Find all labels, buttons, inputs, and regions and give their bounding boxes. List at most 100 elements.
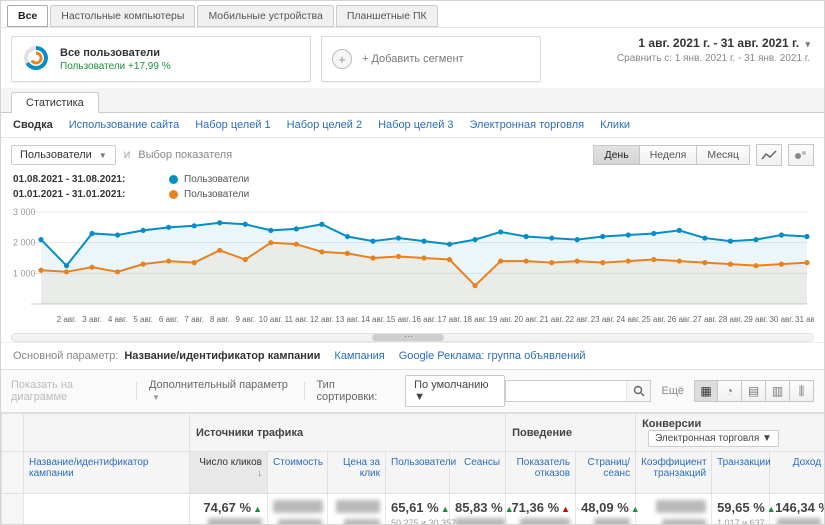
column-header-clicks[interactable]: Число кликов ↓ [189,451,268,494]
advanced-search-link[interactable]: Ещё [661,385,684,397]
traffic-chart-svg: 1 000 2 000 3 000 2 авг. 3 авг. 4 авг. 5 авг. 6… [13,207,819,324]
redacted-value [336,500,380,513]
date-range-picker[interactable]: 1 авг. 2021 г. - 31 авг. 2021 г. ▾ Сравн… [617,36,814,82]
percentage-view-button[interactable]: ◔ [718,380,742,402]
svg-text:11 авг.: 11 авг. [285,315,308,324]
performance-view-button[interactable]: ▤ [742,380,766,402]
subnav-clicks[interactable]: Клики [600,119,630,131]
subnav-site-usage[interactable]: Использование сайта [69,119,179,131]
column-header-users[interactable]: Пользователи [385,451,456,494]
plus-icon: + [332,49,352,69]
redacted-value [455,518,505,524]
segment-title: Все пользователи [60,46,160,59]
column-header-pages-session[interactable]: Страниц/сеанс [575,451,637,494]
column-header-cpc[interactable]: Цена за клик [327,451,386,494]
column-header-transaction-rate[interactable]: Коэффициент транзакций [635,451,713,494]
redacted-value [520,518,571,524]
subnav-goalset2[interactable]: Набор целей 2 [287,119,362,131]
chart-scrollbar-thumb[interactable]: ⋯ [372,332,445,341]
svg-text:25 авг.: 25 авг. [642,315,666,324]
column-header-name[interactable]: Название/идентификатор кампании [23,451,190,494]
primary-dimension-selected[interactable]: Название/идентификатор кампании [124,350,320,362]
primary-dimension-bar: Основной параметр: Название/идентификато… [1,342,824,369]
granularity-day-button[interactable]: День [593,145,640,165]
column-header-sessions[interactable]: Сеансы [448,451,507,494]
summary-cell-cost [267,493,328,524]
tab-desktop[interactable]: Настольные компьютеры [50,5,196,27]
svg-text:24 авг.: 24 авг. [616,315,640,324]
table-search-input[interactable] [506,381,627,401]
column-header-cost[interactable]: Стоимость [267,451,328,494]
subnav-goalset3[interactable]: Набор целей 3 [378,119,453,131]
table-summary-row: 74,67 % ▲ 65,61 % ▲ 50 275 и 30 357 85,83 … [1,493,824,524]
svg-text:18 авг.: 18 авг. [463,315,487,324]
primary-dimension-campaign-link[interactable]: Кампания [334,350,384,362]
metric-dropdown[interactable]: Пользователи ▼ [11,145,116,165]
analytics-page: Все Настольные компьютеры Мобильные устр… [0,0,825,525]
plot-rows-button[interactable]: Показать на диаграмме [11,379,124,403]
subnav-goalset1[interactable]: Набор целей 1 [195,119,270,131]
divider [136,382,137,400]
tab-statistics[interactable]: Статистика [11,92,99,113]
svg-text:13 авг.: 13 авг. [335,315,359,324]
segment-all-users[interactable]: Все пользователи Пользователи +17,99 % [11,36,311,82]
legend-row-compare: 01.01.2021 - 31.01.2021: Пользователи [13,189,812,200]
column-header-transactions[interactable]: Транзакции [711,451,771,494]
table-toolbar: Показать на диаграмме Дополнительный пар… [1,369,824,413]
granularity-group: День Неделя Месяц [593,145,750,165]
segment-delta: Пользователи +17,99 % [60,60,171,72]
select-metric-link[interactable]: Выбор показателя [138,149,232,161]
campaigns-table: Источники трафика Поведение Конверсии Эл… [1,413,824,524]
sort-descending-icon: ↓ [257,468,263,478]
comparison-view-button[interactable]: ▥ [766,380,790,402]
caret-down-icon: ▼ [151,393,160,402]
pivot-view-button[interactable]: ⫼ [790,380,814,402]
svg-text:30 авг.: 30 авг. [769,315,793,324]
column-header-bounce-rate[interactable]: Показатель отказов [505,451,577,494]
summary-cell-revenue: 146,34 %▲ [769,493,824,524]
table-view-button[interactable]: ▦ [694,380,718,402]
conversions-type-dropdown[interactable]: Электронная торговля ▼ [648,430,779,447]
svg-text:2 авг.: 2 авг. [57,315,77,324]
line-chart-view-button[interactable] [756,144,782,166]
caret-down-icon: ▼ [98,151,107,160]
redacted-value [273,500,323,513]
legend-dot [169,190,178,199]
sort-type-dropdown[interactable]: По умолчанию ▼ [405,375,506,407]
secondary-dimension-dropdown[interactable]: Дополнительный параметр ▼ [149,379,292,403]
name-group-header [23,413,190,452]
group-conversions: Конверсии Электронная торговля ▼ [635,413,824,452]
column-header-revenue[interactable]: Доход [769,451,824,494]
chart-scrollbar[interactable]: ⋯ [11,332,814,342]
segment-donut-icon [22,44,50,75]
tab-mobile[interactable]: Мобильные устройства [197,5,334,27]
svg-text:8 авг.: 8 авг. [210,315,230,324]
subnav-summary[interactable]: Сводка [13,119,53,131]
row-select-header [1,413,24,452]
granularity-month-button[interactable]: Месяц [697,145,750,165]
secondary-dimension-label: Дополнительный параметр [148,379,288,391]
svg-text:31 авг.: 31 авг. [795,315,814,324]
summary-cell-sessions: 85,83 % ▲ [448,493,514,524]
caret-down-icon: ▼ [414,391,426,403]
legend-series-label: Пользователи [184,189,250,200]
primary-dimension-adgroup-link[interactable]: Google Реклама: группа объявлений [399,350,586,362]
add-segment-button[interactable]: + + Добавить сегмент [321,36,541,82]
legend-range-label: 01.08.2021 - 31.08.2021: [13,174,126,185]
search-button[interactable] [626,381,651,401]
svg-text:5 авг.: 5 авг. [133,315,153,324]
row-select-cell [1,493,24,524]
svg-text:3 авг.: 3 авг. [82,315,102,324]
granularity-week-button[interactable]: Неделя [639,145,698,165]
tab-all[interactable]: Все [7,5,49,27]
table-search [505,380,652,402]
up-arrow-icon: ▲ [561,504,571,514]
svg-text:3 000: 3 000 [13,207,36,217]
redacted-value [777,518,822,524]
comparison-icon: ▥ [771,384,784,398]
subnav-ecommerce[interactable]: Электронная торговля [470,119,585,131]
svg-text:14 авг.: 14 авг. [361,315,385,324]
motion-chart-view-button[interactable] [788,144,814,166]
tab-tablet[interactable]: Планшетные ПК [335,5,438,27]
row-select-column[interactable] [1,451,24,494]
